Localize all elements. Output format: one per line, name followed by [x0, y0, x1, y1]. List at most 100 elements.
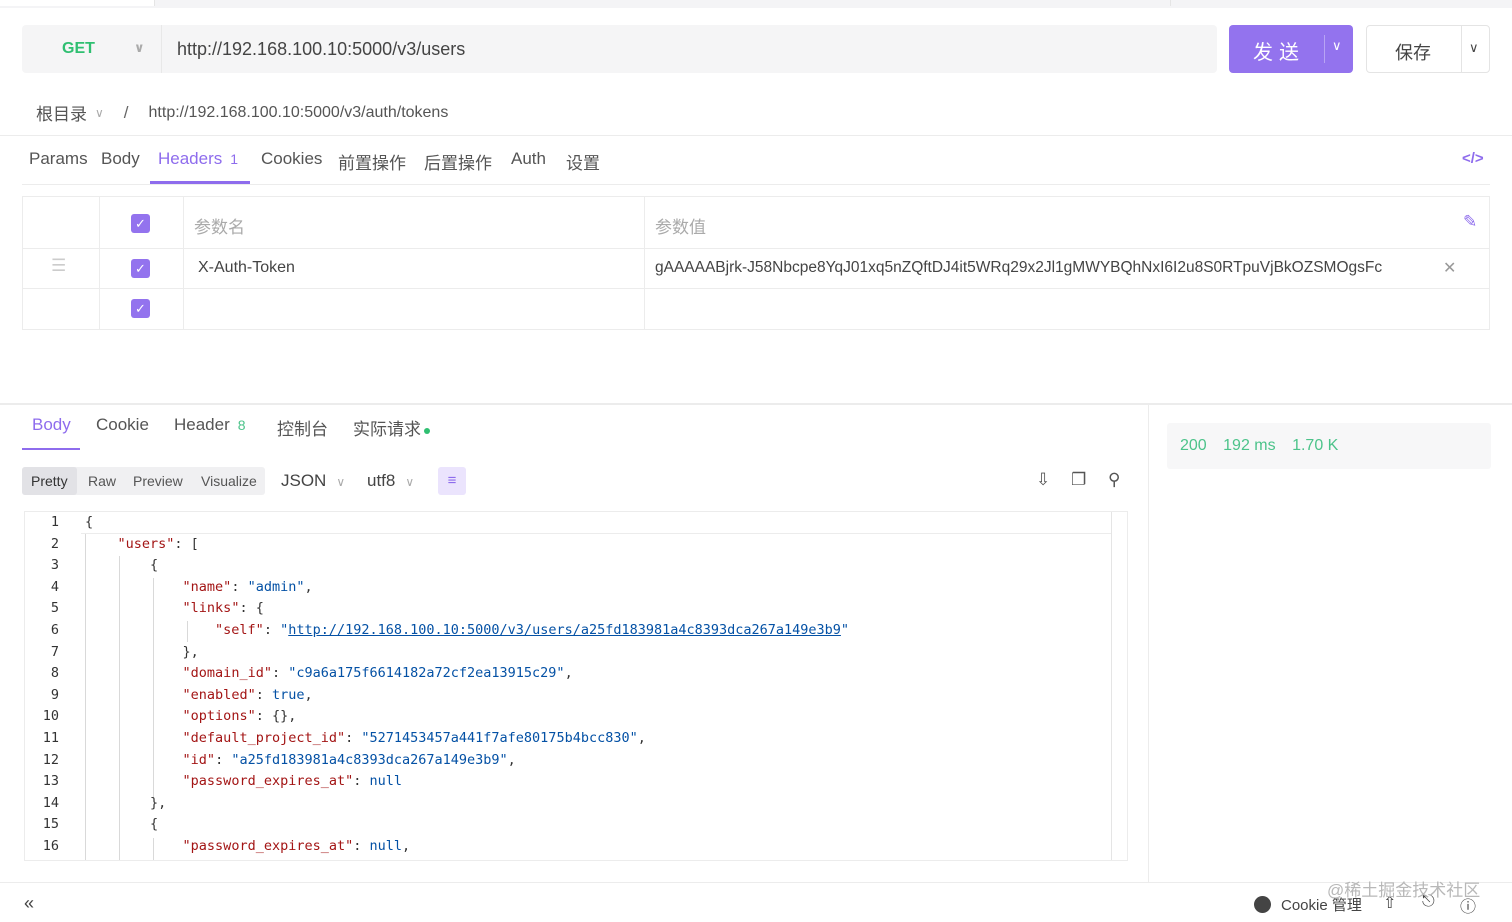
window-tab[interactable] — [1170, 0, 1512, 6]
code-line: "options": {}, — [182, 708, 297, 725]
chevron-down-icon[interactable]: ∨ — [1332, 38, 1342, 54]
line-number: 4 — [50, 578, 59, 595]
download-icon[interactable]: ⇩ — [1036, 470, 1050, 490]
code-lines: { "users": [ { "name": "admin", "links":… — [85, 512, 1115, 860]
chevron-down-icon[interactable]: ∨ — [1469, 40, 1479, 56]
code-line: }, — [85, 643, 199, 660]
divider — [22, 184, 1490, 185]
code-line: { — [85, 816, 159, 833]
tab-headers[interactable]: Headers 1 — [158, 149, 238, 169]
view-mode-switch: Pretty Raw Preview Visualize — [22, 467, 265, 495]
method-label: GET — [62, 40, 95, 57]
response-tab-header[interactable]: Header 8 — [174, 415, 246, 435]
send-label: 发送 — [1253, 42, 1305, 64]
copy-icon[interactable]: ❐ — [1071, 470, 1086, 490]
code-line: "users": [ — [117, 535, 199, 552]
code-line: "default_project_id": "5271453457a441f7a… — [182, 729, 646, 746]
drag-handle-icon[interactable]: ☰ — [51, 256, 66, 276]
code-line: "self": "http://192.168.100.10:5000/v3/u… — [215, 621, 850, 638]
tab-pre-request[interactable]: 前置操作 — [338, 149, 406, 174]
response-tab-cookie[interactable]: Cookie — [96, 415, 149, 435]
delete-row-icon[interactable]: ✕ — [1443, 258, 1456, 278]
response-body-viewer[interactable]: 1 2 3 4 5 6 7 8 9 10 11 12 13 14 15 16 {… — [24, 511, 1128, 861]
header-name-input[interactable]: X-Auth-Token — [198, 259, 295, 277]
row-checkbox[interactable]: ✓ — [131, 259, 150, 278]
divider — [1148, 405, 1149, 882]
line-number: 6 — [50, 621, 59, 638]
tab-badge: 1 — [230, 151, 239, 167]
format-select[interactable]: JSON ∨ — [281, 471, 345, 491]
send-button[interactable]: 发送 ∨ — [1229, 25, 1353, 73]
code-icon[interactable]: </> — [1462, 150, 1484, 167]
line-number: 3 — [50, 557, 59, 574]
view-raw[interactable]: Raw — [79, 467, 125, 495]
save-label: 保存 — [1395, 43, 1431, 63]
view-preview[interactable]: Preview — [124, 467, 192, 495]
save-button[interactable]: 保存 ∨ — [1366, 25, 1490, 73]
view-visualize[interactable]: Visualize — [192, 467, 266, 495]
table-header-row: ✓ 参数名 参数值 ✎ — [23, 197, 1489, 249]
select-all-checkbox[interactable]: ✓ — [131, 214, 150, 233]
breadcrumb: 根目录 ∨ / http://192.168.100.10:5000/v3/au… — [36, 100, 448, 125]
window-tab-strip — [0, 0, 1512, 8]
divider — [0, 403, 1512, 405]
status-code: 200 — [1180, 437, 1207, 454]
line-number: 1 — [50, 514, 59, 530]
code-line: "password_expires_at": null, — [182, 837, 411, 854]
breadcrumb-root[interactable]: 根目录 — [36, 100, 87, 125]
table-row: ✓ — [23, 289, 1489, 329]
encoding-select[interactable]: utf8 ∨ — [367, 471, 414, 491]
response-time: 192 ms — [1223, 437, 1276, 454]
headers-table: ✓ 参数名 参数值 ✎ ☰ ✓ X-Auth-Token gAAAAABjrk-… — [22, 196, 1490, 330]
url-bar: GET ∨ http://192.168.100.10:5000/v3/user… — [22, 25, 1217, 73]
breadcrumb-path[interactable]: http://192.168.100.10:5000/v3/auth/token… — [149, 104, 449, 122]
header-value-input[interactable]: gAAAAABjrk-J58Nbcpe8YqJ01xq5nZQftDJ4it5W… — [655, 259, 1382, 277]
line-number: 12 — [42, 751, 59, 768]
line-number: 9 — [50, 686, 59, 703]
code-line: { — [85, 514, 94, 530]
table-row: ☰ ✓ X-Auth-Token gAAAAABjrk-J58Nbcpe8YqJ… — [23, 249, 1489, 289]
code-line: "enabled": true, — [182, 686, 313, 703]
param-value-header: 参数值 — [655, 218, 706, 237]
tab-post-request[interactable]: 后置操作 — [424, 149, 492, 174]
chevron-down-icon: ∨ — [134, 40, 145, 55]
response-tab-body[interactable]: Body — [32, 415, 71, 435]
line-number: 8 — [50, 665, 59, 682]
code-line: "domain_id": "c9a6a175f6614182a72cf2ea13… — [182, 665, 573, 682]
line-numbers: 1 2 3 4 5 6 7 8 9 10 11 12 13 14 15 16 — [25, 512, 81, 860]
code-line: "id": "a25fd183981a4c8393dca267a149e3b9"… — [182, 751, 516, 768]
response-status: 200 192 ms 1.70 K — [1167, 423, 1491, 469]
window-tab[interactable] — [0, 0, 155, 6]
code-line: "password_expires_at": null — [182, 773, 403, 790]
divider — [1461, 26, 1462, 72]
line-number: 11 — [42, 729, 59, 746]
response-tab-console[interactable]: 控制台 — [277, 415, 328, 440]
url-input[interactable]: http://192.168.100.10:5000/v3/users — [177, 25, 465, 73]
divider — [1324, 35, 1325, 63]
code-line: "name": "admin", — [182, 578, 313, 595]
chevron-down-icon: ∨ — [336, 475, 346, 489]
response-tab-actual-request[interactable]: 实际请求 — [353, 415, 430, 440]
code-line: }, — [85, 794, 167, 811]
link[interactable]: http://192.168.100.10:5000/v3/users/a25f… — [288, 622, 841, 638]
tab-params[interactable]: Params — [29, 149, 88, 169]
tab-body[interactable]: Body — [101, 149, 140, 169]
watermark: @稀土掘金技术社区 — [1327, 881, 1481, 900]
bulk-edit-icon[interactable]: ✎ — [1463, 212, 1477, 232]
view-pretty[interactable]: Pretty — [22, 467, 77, 495]
divider — [0, 135, 1512, 136]
param-name-header: 参数名 — [194, 218, 245, 237]
line-number: 16 — [42, 837, 59, 854]
collapse-sidebar-icon[interactable]: « — [24, 893, 34, 914]
status-dot — [424, 427, 430, 434]
word-wrap-icon[interactable]: ≡ — [438, 467, 466, 495]
tab-auth[interactable]: Auth — [511, 149, 546, 169]
tab-settings[interactable]: 设置 — [566, 149, 600, 174]
tab-cookies[interactable]: Cookies — [261, 149, 322, 169]
method-select[interactable]: GET ∨ — [22, 25, 162, 73]
search-icon[interactable]: ⚲ — [1108, 470, 1120, 490]
active-tab-indicator — [22, 448, 80, 450]
line-number: 13 — [42, 773, 59, 790]
row-checkbox[interactable]: ✓ — [131, 299, 150, 318]
chevron-down-icon[interactable]: ∨ — [95, 106, 104, 120]
